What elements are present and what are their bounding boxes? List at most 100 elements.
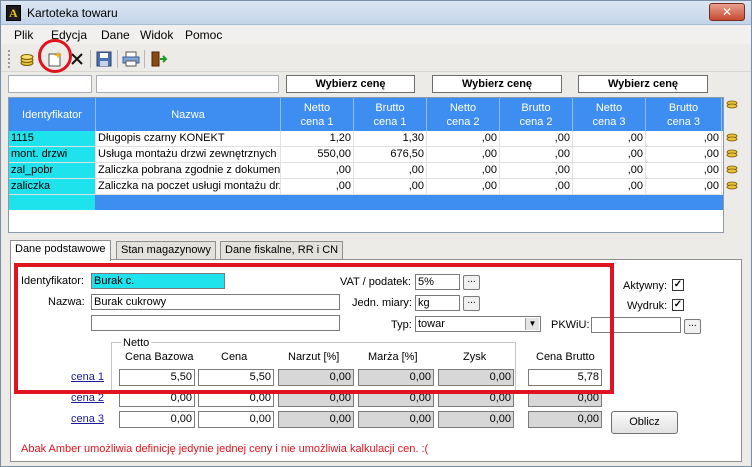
menu-pomoc[interactable]: Pomoc [185,28,222,42]
price-row-label[interactable]: cena 2 [71,392,104,404]
id-field[interactable]: Burak c. [91,273,225,289]
chevron-down-icon[interactable]: ▼ [525,318,539,330]
new-row-selected[interactable] [9,195,723,210]
tab-dane-podstawowe[interactable]: Dane podstawowe [10,240,111,261]
col-header[interactable]: Netto cena 3 [573,98,646,131]
filter-name-input[interactable] [96,75,279,93]
filter-id-input[interactable] [8,75,92,93]
title-bar: Kartoteka towaru ✕ [1,1,751,25]
vat-browse-button[interactable]: ... [463,275,480,290]
menu-bar: Plik Edycja Dane Widok Pomoc [1,25,751,44]
price-field[interactable]: 0,00 [119,390,195,407]
price-field: 0,00 [438,390,514,407]
table-cell: ,00 [500,147,573,162]
table-row[interactable]: zal_pobr Zaliczka pobrana zgodnie z dokum… [9,163,723,179]
pkwiu-field[interactable] [591,317,681,333]
price-field[interactable]: 5,50 [198,369,274,386]
id-label: Identyfikator: [21,275,84,287]
print-icon[interactable] [121,49,141,69]
menu-widok[interactable]: Widok [140,28,173,42]
table-cell: zal_pobr [9,163,96,178]
toolbar-separator [90,50,91,68]
col-header[interactable]: Netto cena 2 [427,98,500,131]
vat-field[interactable]: 5% [415,274,460,290]
coins-icon [726,100,738,190]
col-header[interactable]: Brutto cena 3 [646,98,722,131]
table-cell: ,00 [427,163,500,178]
select-price-button-2[interactable]: Wybierz cenę [432,75,562,93]
table-cell: Usługa montażu drzwi zewnętrznych [96,147,281,162]
price-field[interactable]: 5,50 [119,369,195,386]
price-col-header: Zysk [463,351,487,363]
price-field[interactable]: 0,00 [198,411,274,428]
coins-icon[interactable] [17,49,37,69]
price-field[interactable]: 0,00 [119,411,195,428]
table-cell: ,00 [646,163,722,178]
menu-dane[interactable]: Dane [101,28,130,42]
select-price-button-3[interactable]: Wybierz cenę [578,75,708,93]
table-cell: ,00 [354,163,427,178]
main-window: Kartoteka towaru ✕ Plik Edycja Dane Wido… [0,0,752,467]
price-col-header: Cena Bazowa [125,351,194,363]
table-row[interactable]: mont. drzwi Usługa montażu drzwi zewnętrz… [9,147,723,163]
price-col-header: Cena [221,351,248,363]
calculate-button[interactable]: Oblicz [611,411,678,434]
footer-note: Abak Amber umożliwia definicję jedynie j… [21,443,429,455]
unit-field[interactable]: kg [415,295,460,311]
active-checkbox[interactable]: ✓ [672,279,684,291]
col-header-label: cena 2 [446,115,480,128]
name-field[interactable]: Burak cukrowy [91,294,340,310]
active-label: Aktywny: [623,280,668,292]
price-field[interactable]: 0,00 [198,390,274,407]
save-icon[interactable] [94,49,114,69]
table-cell: ,00 [500,179,573,194]
price-field: 0,00 [528,390,602,407]
pkwiu-browse-button[interactable]: ... [684,319,701,334]
table-cell: 1,20 [281,131,354,146]
table-cell: ,00 [500,163,573,178]
price-field: 0,00 [278,369,354,386]
window-title: Kartoteka towaru [27,6,118,20]
price-field: 0,00 [358,411,434,428]
col-header[interactable]: Identyfikator [9,98,96,131]
col-header[interactable]: Netto cena 1 [281,98,354,131]
table-cell: ,00 [646,179,722,194]
col-header-label: Nazwa [171,108,205,121]
grid-row-icons [724,97,741,233]
col-header-label: Netto [303,101,331,114]
toolbar-separator [144,50,145,68]
type-label: Typ: [391,319,412,331]
type-select[interactable]: towar ▼ [415,316,541,332]
menu-plik[interactable]: Plik [14,28,33,42]
col-header[interactable]: Brutto cena 2 [500,98,573,131]
table-cell: Zaliczka pobrana zgodnie z dokumente [98,163,281,178]
table-row[interactable]: zaliczka Zaliczka na poczet usługi montaż… [9,179,723,195]
col-header-label: Netto [449,101,477,114]
table-cell: 676,50 [354,147,427,162]
price-field[interactable]: 5,78 [528,369,602,386]
price-row-label[interactable]: cena 3 [71,413,104,425]
unit-label: Jedn. miary: [352,297,412,309]
table-cell: ,00 [500,131,573,146]
tab-dane-fiskalne[interactable]: Dane fiskalne, RR i CN [220,241,344,260]
price-row-label[interactable]: cena 1 [71,371,104,383]
col-header[interactable]: Brutto cena 1 [354,98,427,131]
table-cell: ,00 [573,131,646,146]
price-field: 0,00 [358,390,434,407]
table-cell: ,00 [427,131,500,146]
vat-label: VAT / podatek: [340,276,411,288]
name-extra-field[interactable] [91,315,340,331]
table-row[interactable]: 1115 Długopis czarny KONEKT 1,20 1,30,00,00… [9,131,723,147]
unit-browse-button[interactable]: ... [463,296,480,311]
print-checkbox[interactable]: ✓ [672,299,684,311]
table-cell: ,00 [281,179,354,194]
close-button[interactable]: ✕ [709,3,745,21]
col-header-label: Identyfikator [22,108,82,121]
col-header-label: cena 3 [592,115,626,128]
select-price-button-1[interactable]: Wybierz cenę [286,75,415,93]
exit-icon[interactable] [149,49,169,69]
products-grid: Identyfikator Nazwa Netto cena 1 Brutto ce… [8,97,724,233]
tab-stan-magazynowy[interactable]: Stan magazynowy [116,241,216,260]
col-header[interactable]: Nazwa [96,98,281,131]
toolbar-separator [117,50,118,68]
